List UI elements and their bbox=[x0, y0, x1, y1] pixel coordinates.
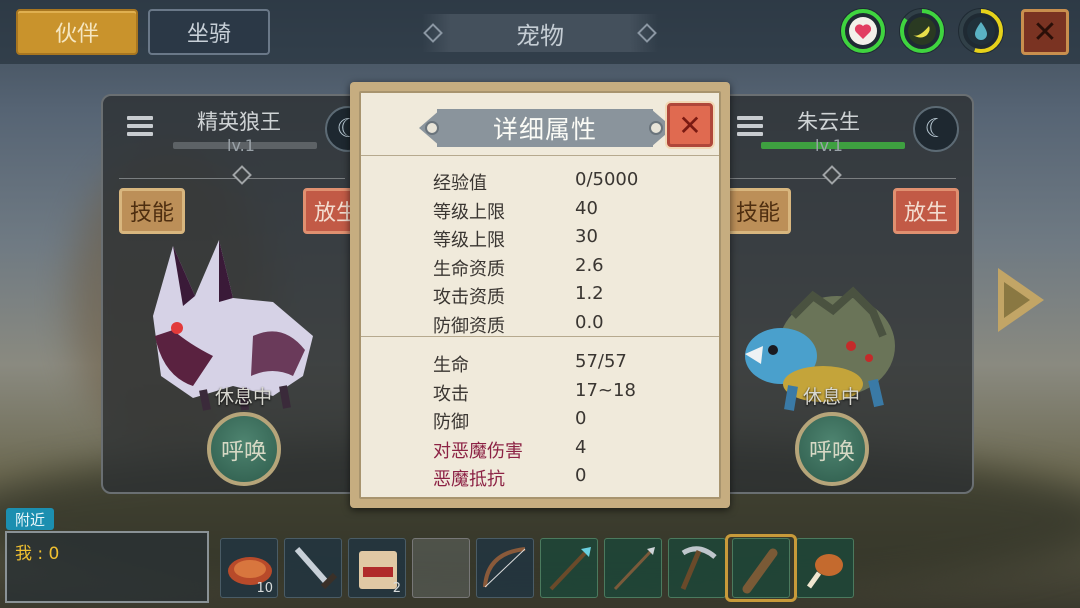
attribute-value: 17~18 bbox=[575, 379, 636, 401]
pet-status: 休息中 bbox=[215, 386, 273, 408]
window-title-text: 宠物 bbox=[516, 21, 564, 50]
attribute-row: 经验值 0/5000 bbox=[433, 169, 693, 197]
pet-screen: 伙伴 坐骑 宠物 ✕ 精英狼王 lv.1 ☾ 技能 放生 休息中 呼唤 朱云生 … bbox=[0, 0, 1080, 608]
thirst-ring bbox=[958, 8, 1004, 54]
dialog-close-button[interactable]: ✕ bbox=[667, 103, 713, 147]
moon-icon[interactable]: ☾ bbox=[913, 106, 959, 152]
attribute-row: 等级上限 30 bbox=[433, 226, 693, 254]
hotbar-slot[interactable] bbox=[412, 538, 470, 598]
hotbar-slot[interactable] bbox=[540, 538, 598, 598]
list-icon[interactable] bbox=[127, 116, 153, 138]
summon-button[interactable]: 呼唤 bbox=[207, 412, 281, 486]
pickaxe-icon bbox=[680, 546, 717, 590]
pet-name: 朱云生 bbox=[797, 110, 860, 134]
next-page-arrow-shade bbox=[1004, 282, 1030, 318]
pet-level: lv.1 bbox=[227, 136, 255, 155]
dialog-title-text: 详细属性 bbox=[492, 115, 597, 144]
health-ring bbox=[840, 8, 886, 54]
dialog-panel: 详细属性 ✕ 经验值 0/5000 等级上限 40 等级上限 30 生命资质 2.6 攻击资质 1… bbox=[359, 91, 721, 499]
attribute-value: 0/5000 bbox=[575, 169, 639, 190]
attribute-row: 生命资质 2.6 bbox=[433, 255, 693, 283]
attribute-value: 4 bbox=[575, 436, 587, 458]
thirst-ring-gauge bbox=[959, 9, 1003, 53]
spear-icon bbox=[549, 547, 591, 591]
selected-slot-highlight bbox=[725, 534, 797, 602]
chat-box[interactable]: 我 : 0 bbox=[5, 531, 209, 603]
drumstick-icon bbox=[806, 554, 843, 589]
attribute-row: 攻击 17~18 bbox=[433, 380, 693, 408]
hotbar-slot[interactable]: 2 bbox=[348, 538, 406, 598]
attribute-name: 防御资质 bbox=[433, 316, 505, 337]
close-button[interactable]: ✕ bbox=[1021, 9, 1069, 55]
attribute-name: 等级上限 bbox=[433, 201, 505, 223]
pet-card-left: 精英狼王 lv.1 ☾ 技能 放生 休息中 呼唤 bbox=[101, 94, 371, 494]
attribute-row: 恶魔抵抗 0 bbox=[433, 465, 693, 493]
list-icon[interactable] bbox=[737, 116, 763, 138]
attribute-value: 1.2 bbox=[575, 283, 604, 305]
hotbar-slot[interactable] bbox=[796, 538, 854, 598]
attribute-name: 对恶魔伤害 bbox=[433, 440, 523, 462]
attribute-name: 攻击资质 bbox=[433, 287, 505, 309]
dialog-title: 详细属性 bbox=[437, 109, 653, 147]
top-bar: 伙伴 坐骑 宠物 ✕ bbox=[0, 0, 1080, 64]
attribute-name: 等级上限 bbox=[433, 230, 505, 252]
pet-status: 休息中 bbox=[803, 386, 861, 408]
summon-button[interactable]: 呼唤 bbox=[795, 412, 869, 486]
card-divider-ornament bbox=[232, 165, 252, 185]
item-count: 10 bbox=[256, 581, 273, 596]
attribute-value: 40 bbox=[575, 197, 598, 219]
attribute-value: 57/57 bbox=[575, 351, 627, 372]
attribute-name: 恶魔抵抗 bbox=[433, 469, 505, 491]
skill-button[interactable]: 技能 bbox=[725, 188, 791, 234]
title-swirl-left bbox=[425, 121, 439, 135]
pet-card-right: 朱云生 lv.1 ☾ 技能 放生 休息中 呼唤 bbox=[711, 94, 974, 494]
bow-icon bbox=[483, 547, 526, 588]
hotbar: 10 2 bbox=[216, 534, 854, 602]
hotbar-slot[interactable] bbox=[284, 538, 342, 598]
attribute-value: 2.6 bbox=[575, 254, 604, 276]
sword-icon bbox=[294, 547, 338, 590]
attribute-value: 30 bbox=[575, 226, 598, 248]
card-divider-ornament bbox=[822, 165, 842, 185]
attribute-name: 防御 bbox=[433, 412, 469, 434]
window-title: 宠物 bbox=[422, 14, 658, 52]
health-ring-gauge bbox=[841, 9, 885, 53]
hunger-ring bbox=[899, 8, 945, 54]
dialog-divider bbox=[361, 336, 719, 337]
attribute-name: 生命 bbox=[433, 355, 469, 376]
attribute-value: 0 bbox=[575, 408, 587, 430]
hotbar-slot[interactable] bbox=[668, 538, 726, 598]
arrow-icon bbox=[613, 547, 655, 591]
attribute-name: 攻击 bbox=[433, 383, 469, 405]
chat-message: 我 : 0 bbox=[15, 544, 60, 564]
attribute-row: 对恶魔伤害 4 bbox=[433, 437, 693, 465]
attribute-row: 防御 0 bbox=[433, 408, 693, 436]
hotbar-slot[interactable]: 10 bbox=[220, 538, 278, 598]
attribute-row: 攻击资质 1.2 bbox=[433, 283, 693, 311]
attribute-name: 经验值 bbox=[433, 173, 487, 194]
card-divider bbox=[729, 178, 956, 179]
attribute-value: 0.0 bbox=[575, 312, 604, 333]
pet-level: lv.1 bbox=[815, 136, 843, 155]
pet-name: 精英狼王 bbox=[197, 110, 281, 134]
card-divider bbox=[119, 178, 345, 179]
hunger-ring-gauge bbox=[900, 9, 944, 53]
release-button[interactable]: 放生 bbox=[893, 188, 959, 234]
item-count: 2 bbox=[392, 581, 401, 596]
tab-mount[interactable]: 坐骑 bbox=[148, 9, 270, 55]
nearby-channel-tab[interactable]: 附近 bbox=[6, 508, 54, 530]
title-swirl-right bbox=[649, 121, 663, 135]
dialog-divider bbox=[361, 155, 719, 156]
attribute-row: 等级上限 40 bbox=[433, 198, 693, 226]
attribute-name: 生命资质 bbox=[433, 258, 505, 280]
hotbar-slot[interactable] bbox=[476, 538, 534, 598]
tab-partner[interactable]: 伙伴 bbox=[16, 9, 138, 55]
attribute-row: 生命 57/57 bbox=[433, 351, 693, 379]
detail-attributes-dialog: 详细属性 ✕ 经验值 0/5000 等级上限 40 等级上限 30 生命资质 2.6 攻击资质 1… bbox=[350, 82, 730, 508]
attribute-value: 0 bbox=[575, 465, 587, 487]
hotbar-slot[interactable] bbox=[604, 538, 662, 598]
